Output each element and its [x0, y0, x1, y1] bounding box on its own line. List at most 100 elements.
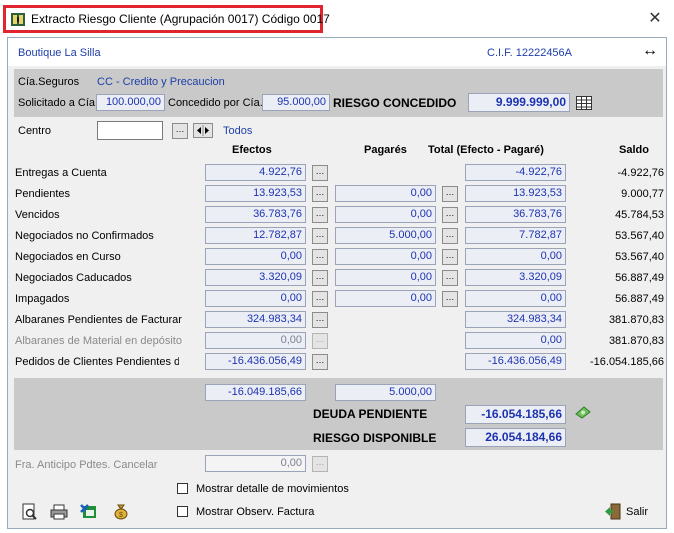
row-saldo-impagados: 56.887,49 — [615, 293, 664, 305]
salir-label: Salir — [626, 506, 649, 518]
spinner-arrows-icon — [197, 125, 209, 136]
efectos-detail-button[interactable]: … — [312, 186, 328, 202]
row-saldo-entregas: -4.922,76 — [617, 167, 664, 179]
row-label-vencidos: Vencidos — [15, 209, 60, 221]
centro-input[interactable] — [97, 121, 163, 140]
pagares-detail-button[interactable]: … — [442, 291, 458, 307]
row-saldo-negociados-en-curso: 53.567,40 — [615, 251, 664, 263]
table-icon[interactable] — [576, 96, 592, 110]
row-pagares-vencidos: 0,00 — [335, 206, 436, 223]
row-total-albaranes-pendientes: 324.983,34 — [465, 311, 566, 328]
efectos-detail-button[interactable]: … — [312, 249, 328, 265]
row-efectos-entregas: 4.922,76 — [205, 164, 306, 181]
row-pagares-negociados-en-curso: 0,00 — [335, 248, 436, 265]
print-icon[interactable] — [50, 503, 68, 521]
efectos-detail-button[interactable]: … — [312, 270, 328, 286]
window-title: Extracto Riesgo Cliente (Agrupación 0017… — [31, 12, 330, 26]
row-efectos-albaranes-pendientes: 324.983,34 — [205, 311, 306, 328]
efectos-detail-button[interactable]: … — [312, 354, 328, 370]
row-efectos-pendientes: 13.923,53 — [205, 185, 306, 202]
row-label-albaranes-deposito: Albaranes de Material en depósito — [15, 335, 182, 347]
anticipo-field: 0,00 — [205, 455, 306, 472]
anticipo-label: Fra. Anticipo Pdtes. Cancelar — [15, 459, 158, 471]
centro-lookup-button[interactable]: … — [172, 123, 188, 139]
riesgo-concedido-field: 9.999.999,00 — [468, 93, 570, 112]
row-pagares-impagados: 0,00 — [335, 290, 436, 307]
detalle-checkbox[interactable] — [177, 483, 188, 494]
row-efectos-impagados: 0,00 — [205, 290, 306, 307]
column-header-efectos: Efectos — [232, 144, 272, 156]
pagares-detail-button[interactable]: … — [442, 207, 458, 223]
efectos-detail-button[interactable]: … — [312, 165, 328, 181]
summary-pagares-total: 5.000,00 — [335, 384, 436, 401]
row-total-entregas: -4.922,76 — [465, 164, 566, 181]
pagares-detail-button[interactable]: … — [442, 228, 458, 244]
row-label-entregas: Entregas a Cuenta — [15, 167, 107, 179]
row-total-pedidos-pendientes: -16.436.056,49 — [465, 353, 566, 370]
summary-efectos-total: -16.049.185,66 — [205, 384, 306, 401]
row-saldo-negociados-caducados: 56.887,49 — [615, 272, 664, 284]
pagares-detail-button[interactable]: … — [442, 186, 458, 202]
row-label-negociados-caducados: Negociados Caducados — [15, 272, 132, 284]
observ-checkbox-label[interactable]: Mostrar Observ. Factura — [196, 506, 314, 518]
concedido-field: 95.000,00 — [262, 94, 330, 111]
insurance-value[interactable]: CC - Credito y Precaucion — [97, 76, 225, 88]
efectos-detail-button[interactable]: … — [312, 207, 328, 223]
efectos-detail-button[interactable]: … — [312, 333, 328, 349]
row-total-vencidos: 36.783,76 — [465, 206, 566, 223]
row-label-negociados-en-curso: Negociados en Curso — [15, 251, 121, 263]
insurance-label: Cía.Seguros — [18, 76, 80, 88]
centro-spinner[interactable] — [193, 123, 213, 138]
centro-todos[interactable]: Todos — [223, 125, 252, 137]
row-total-impagados: 0,00 — [465, 290, 566, 307]
row-efectos-negociados-caducados: 3.320,09 — [205, 269, 306, 286]
solicitado-label: Solicitado a Cía. — [18, 97, 99, 109]
anticipo-detail-button[interactable]: … — [312, 456, 328, 472]
row-total-negociados-en-curso: 0,00 — [465, 248, 566, 265]
riesgo-disponible-label: RIESGO DISPONIBLE — [313, 431, 437, 445]
row-pagares-negociados-caducados: 0,00 — [335, 269, 436, 286]
riesgo-disponible-field: 26.054.184,66 — [465, 428, 566, 447]
row-saldo-pendientes: 9.000,77 — [621, 188, 664, 200]
money-icon[interactable] — [574, 404, 592, 420]
efectos-detail-button[interactable]: … — [312, 228, 328, 244]
efectos-detail-button[interactable]: … — [312, 312, 328, 328]
row-total-albaranes-deposito: 0,00 — [465, 332, 566, 349]
close-icon[interactable]: ✕ — [645, 9, 665, 29]
row-saldo-albaranes-deposito: 381.870,83 — [608, 335, 664, 347]
client-name[interactable]: Boutique La Silla — [18, 47, 101, 59]
client-cif: C.I.F. 12222456A — [487, 47, 573, 59]
deuda-pendiente-label: DEUDA PENDIENTE — [313, 407, 428, 421]
pagares-detail-button[interactable]: … — [442, 270, 458, 286]
row-saldo-negociados-no-confirmados: 53.567,40 — [615, 230, 664, 242]
preview-icon[interactable] — [21, 503, 39, 521]
app-icon — [11, 13, 25, 26]
money-bag-icon[interactable]: $ — [112, 502, 130, 520]
salir-button[interactable]: Salir — [604, 502, 660, 522]
excel-export-icon[interactable] — [80, 503, 98, 521]
row-efectos-vencidos: 36.783,76 — [205, 206, 306, 223]
row-label-pendientes: Pendientes — [15, 188, 71, 200]
column-header-total: Total (Efecto - Pagaré) — [428, 144, 544, 156]
row-total-negociados-caducados: 3.320,09 — [465, 269, 566, 286]
centro-label: Centro — [18, 125, 52, 137]
row-efectos-albaranes-deposito: 0,00 — [205, 332, 306, 349]
row-efectos-pedidos-pendientes: -16.436.056,49 — [205, 353, 306, 370]
row-label-impagados: Impagados — [15, 293, 70, 305]
row-saldo-albaranes-pendientes: 381.870,83 — [608, 314, 664, 326]
row-label-albaranes-pendientes: Albaranes Pendientes de Facturar — [15, 314, 182, 326]
expand-icon[interactable]: ↔ — [642, 42, 658, 60]
row-pagares-pendientes: 0,00 — [335, 185, 436, 202]
row-efectos-negociados-no-confirmados: 12.782,87 — [205, 227, 306, 244]
pagares-detail-button[interactable]: … — [442, 249, 458, 265]
row-total-negociados-no-confirmados: 7.782,87 — [465, 227, 566, 244]
solicitado-field: 100.000,00 — [96, 94, 165, 111]
observ-checkbox[interactable] — [177, 506, 188, 517]
column-header-saldo: Saldo — [619, 144, 649, 156]
concedido-label: Concedido por Cía. — [168, 97, 263, 109]
efectos-detail-button[interactable]: … — [312, 291, 328, 307]
detalle-checkbox-label[interactable]: Mostrar detalle de movimientos — [196, 483, 349, 495]
row-pagares-negociados-no-confirmados: 5.000,00 — [335, 227, 436, 244]
row-saldo-vencidos: 45.784,53 — [615, 209, 664, 221]
column-header-pagares: Pagarés — [364, 144, 407, 156]
